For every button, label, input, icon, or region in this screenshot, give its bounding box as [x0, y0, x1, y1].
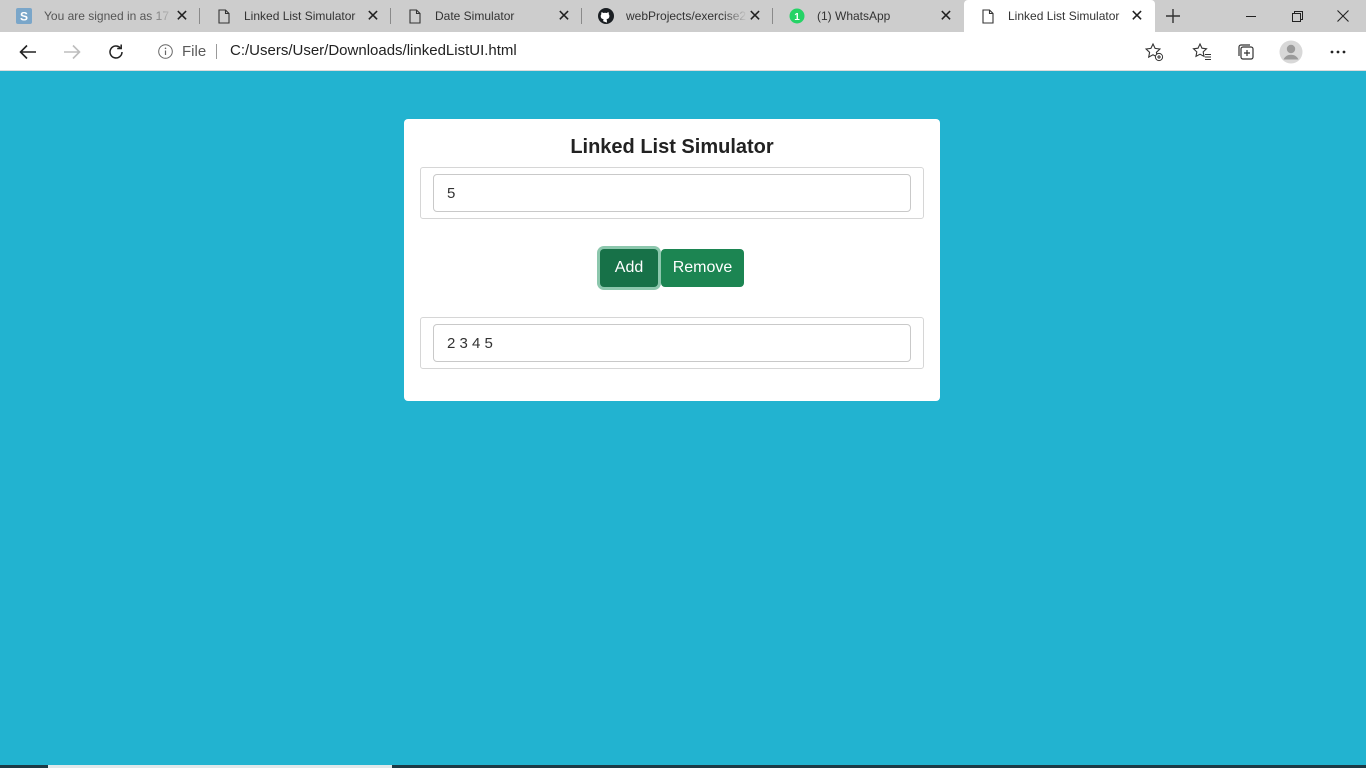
tab-title: Linked List Simulator	[244, 9, 356, 23]
new-tab-icon[interactable]	[1160, 4, 1186, 28]
close-tab-icon[interactable]: ✕	[1129, 8, 1145, 25]
remove-button[interactable]: Remove	[661, 249, 744, 287]
reload-icon[interactable]	[101, 37, 131, 67]
more-options-icon[interactable]	[1326, 40, 1350, 64]
url-text[interactable]: C:/Users/User/Downloads/linkedListUI.htm…	[230, 42, 517, 59]
tab-strip: S You are signed in as 17 ✕ Linked List …	[0, 0, 1366, 32]
tab-linked-list-1[interactable]: Linked List Simulator ✕	[200, 0, 391, 32]
input-container: 5	[420, 167, 924, 219]
tab-title: webProjects/exercise2 a	[626, 9, 747, 23]
forward-arrow-icon[interactable]	[57, 37, 87, 67]
tab-title: You are signed in as 17	[44, 9, 169, 23]
tab-title: Date Simulator	[435, 9, 515, 23]
close-tab-icon[interactable]: ✕	[174, 8, 190, 25]
page-icon	[407, 8, 423, 24]
close-tab-icon[interactable]: ✕	[938, 8, 954, 25]
tab-linked-list-active[interactable]: Linked List Simulator ✕	[964, 0, 1155, 32]
restore-icon[interactable]	[1274, 0, 1320, 32]
profile-avatar-icon[interactable]	[1279, 40, 1303, 64]
back-arrow-icon[interactable]	[13, 37, 43, 67]
collections-icon[interactable]	[1234, 40, 1258, 64]
address-toolbar: File C:/Users/User/Downloads/linkedListU…	[0, 32, 1366, 71]
page-icon	[216, 8, 232, 24]
tab-signed-in[interactable]: S You are signed in as 17 ✕	[0, 0, 200, 32]
tab-title: (1) WhatsApp	[817, 9, 891, 23]
page-title: Linked List Simulator	[570, 136, 774, 158]
simulator-card: Linked List Simulator 5 Add Remove 2 3 4…	[404, 119, 940, 401]
tab-github[interactable]: webProjects/exercise2 a ✕	[582, 0, 773, 32]
minimize-icon[interactable]	[1228, 0, 1274, 32]
tab-whatsapp[interactable]: 1 (1) WhatsApp ✕	[773, 0, 964, 32]
tab-date-simulator[interactable]: Date Simulator ✕	[391, 0, 582, 32]
close-tab-icon[interactable]: ✕	[365, 8, 381, 25]
tab-title: Linked List Simulator	[1008, 9, 1120, 23]
output-container: 2 3 4 5	[420, 317, 924, 369]
whatsapp-badge: 1	[794, 12, 800, 23]
add-button[interactable]: Add	[600, 249, 658, 287]
whatsapp-icon: 1	[789, 8, 805, 24]
info-icon[interactable]	[158, 44, 173, 59]
close-tab-icon[interactable]: ✕	[747, 8, 763, 25]
scheme-label: File	[182, 43, 207, 60]
close-tab-icon[interactable]: ✕	[556, 8, 572, 25]
list-output-field[interactable]: 2 3 4 5	[433, 324, 911, 362]
favorites-icon[interactable]	[1190, 40, 1214, 64]
address-divider	[216, 44, 217, 59]
close-window-icon[interactable]	[1320, 0, 1366, 32]
value-input[interactable]: 5	[433, 174, 911, 212]
add-favorite-icon[interactable]	[1144, 42, 1164, 62]
page-icon	[980, 8, 996, 24]
svg-text:S: S	[20, 10, 28, 24]
address-bar[interactable]: File C:/Users/User/Downloads/linkedListU…	[144, 36, 1174, 67]
github-icon	[598, 8, 614, 24]
s-logo-icon: S	[16, 8, 32, 24]
